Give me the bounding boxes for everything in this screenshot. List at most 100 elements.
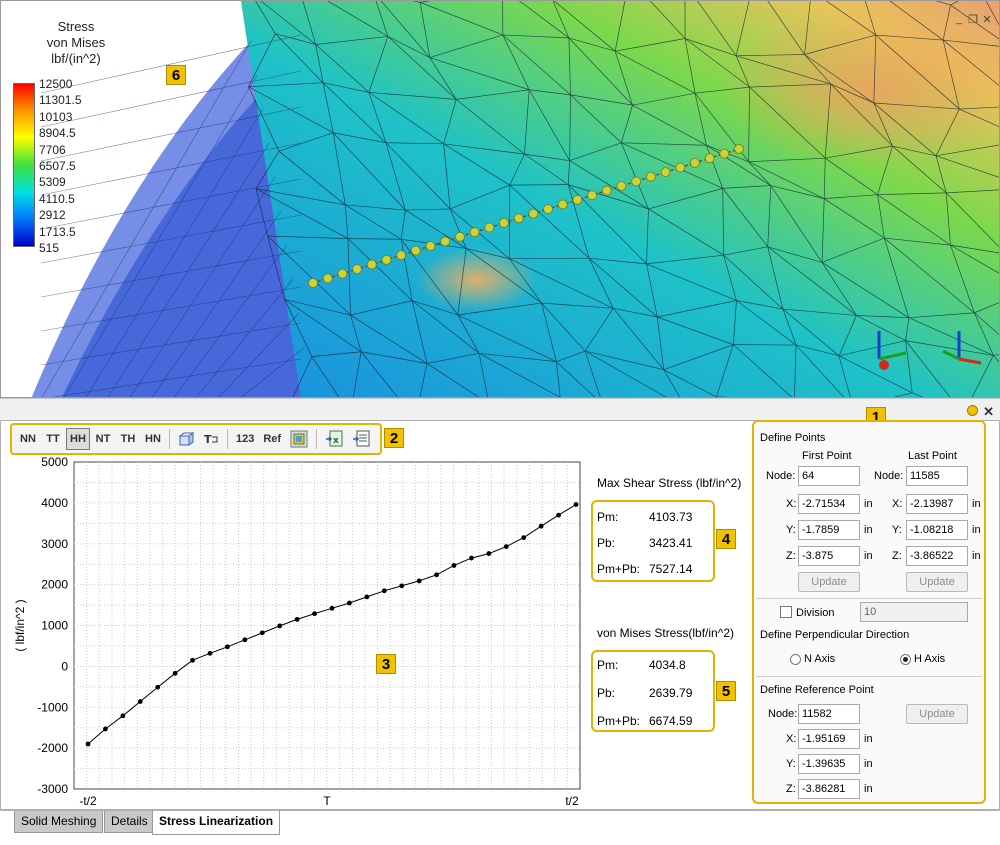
max-shear-results: Pm: 4103.73 Pb: 3423.41 Pm+Pb: 7527.14 bbox=[591, 500, 715, 582]
data-point[interactable] bbox=[329, 605, 335, 611]
data-point[interactable] bbox=[137, 699, 143, 704]
last-x-field[interactable]: -2.13987 bbox=[906, 494, 968, 514]
data-point[interactable] bbox=[242, 637, 248, 643]
data-point[interactable] bbox=[486, 551, 492, 556]
data-point[interactable] bbox=[364, 594, 370, 600]
division-field[interactable]: 10 bbox=[860, 602, 968, 622]
data-point[interactable] bbox=[469, 555, 474, 561]
first-update-button[interactable]: Update bbox=[798, 572, 860, 592]
first-x-field[interactable]: -2.71534 bbox=[798, 494, 860, 514]
pmpb-label: Pm+Pb: bbox=[597, 714, 641, 728]
last-point-label: Last Point bbox=[908, 450, 957, 462]
component-th-button[interactable]: TH bbox=[116, 428, 140, 450]
data-point[interactable] bbox=[190, 657, 195, 663]
data-point[interactable] bbox=[172, 670, 178, 676]
ref-x-field[interactable]: -1.95169 bbox=[798, 729, 860, 749]
transform-icon[interactable]: T bbox=[199, 428, 223, 450]
y-tick-label: 2000 bbox=[41, 578, 68, 592]
toolbar-separator bbox=[316, 429, 318, 449]
cube-view-icon[interactable] bbox=[174, 428, 198, 450]
component-tt-button[interactable]: TT bbox=[41, 428, 65, 450]
panel-tabs: Solid Meshing Details Stress Linearizati… bbox=[0, 810, 1000, 845]
data-point[interactable] bbox=[85, 741, 91, 747]
component-hh-button[interactable]: HH bbox=[66, 428, 90, 450]
y-tick-label: 5000 bbox=[41, 456, 68, 469]
first-point-label: First Point bbox=[802, 450, 852, 462]
reference-point-title: Define Reference Point bbox=[760, 684, 874, 696]
minimize-icon[interactable]: _ bbox=[953, 13, 965, 25]
reference-point-button[interactable]: Ref bbox=[259, 428, 285, 450]
y-axis-label: ( lbf/in^2 ) bbox=[13, 599, 27, 651]
last-x-label: X: bbox=[892, 498, 903, 510]
unit-label: in bbox=[864, 524, 873, 536]
ref-update-button[interactable]: Update bbox=[906, 704, 968, 724]
data-point[interactable] bbox=[556, 512, 561, 518]
callout-2: 2 bbox=[384, 428, 404, 448]
data-point[interactable] bbox=[503, 544, 509, 550]
data-point[interactable] bbox=[416, 578, 422, 584]
data-point[interactable] bbox=[312, 611, 317, 617]
legend-tick-label: 12500 bbox=[39, 77, 73, 91]
export-report-icon[interactable] bbox=[348, 428, 374, 450]
pb-value: 3423.41 bbox=[649, 536, 693, 550]
h-axis-radio[interactable] bbox=[900, 654, 911, 665]
first-z-field[interactable]: -3.875 bbox=[798, 546, 860, 566]
stress-chart: -3000 -2000 -1000 0 1000 2000 3000 4000 5000 -t/2… bbox=[10, 455, 590, 808]
tab-solid-meshing[interactable]: Solid Meshing bbox=[14, 811, 104, 833]
data-point[interactable] bbox=[155, 684, 161, 690]
last-y-label: Y: bbox=[892, 524, 902, 536]
component-nn-button[interactable]: NN bbox=[16, 428, 40, 450]
last-update-button[interactable]: Update bbox=[906, 572, 968, 592]
legend-title-line: Stress bbox=[57, 19, 95, 34]
ref-node-field[interactable]: 11582 bbox=[798, 704, 860, 724]
close-icon[interactable]: ✕ bbox=[981, 13, 993, 26]
data-point[interactable] bbox=[103, 726, 108, 732]
pm-value: 4103.73 bbox=[649, 510, 693, 524]
first-node-field[interactable]: 64 bbox=[798, 466, 860, 486]
data-point[interactable] bbox=[294, 616, 300, 622]
tab-details[interactable]: Details bbox=[104, 811, 155, 833]
last-y-field[interactable]: -1.08218 bbox=[906, 520, 968, 540]
last-z-field[interactable]: -3.86522 bbox=[906, 546, 968, 566]
tab-stress-linearization[interactable]: Stress Linearization bbox=[152, 811, 281, 835]
n-axis-radio[interactable] bbox=[790, 654, 801, 665]
data-point[interactable] bbox=[538, 523, 544, 529]
x-tick-label: t/2 bbox=[565, 794, 579, 808]
panel-splitter[interactable] bbox=[0, 398, 1000, 420]
data-point[interactable] bbox=[120, 713, 126, 719]
von-mises-title: von Mises Stress(lbf/in^2) bbox=[597, 626, 735, 640]
data-point[interactable] bbox=[434, 572, 439, 578]
legend-tick-label: 515 bbox=[39, 241, 60, 255]
y-tick-label: 1000 bbox=[41, 619, 68, 633]
ref-z-label: Z: bbox=[786, 783, 796, 795]
data-point[interactable] bbox=[573, 502, 579, 507]
data-point[interactable] bbox=[347, 600, 352, 606]
ref-y-label: Y: bbox=[786, 758, 796, 770]
model-viewport[interactable]: Stress von Mises lbf/(in^2) 12500 11301.5… bbox=[0, 0, 1000, 398]
export-excel-icon[interactable]: x bbox=[321, 428, 347, 450]
data-point[interactable] bbox=[381, 588, 387, 594]
first-y-field[interactable]: -1.7859 bbox=[798, 520, 860, 540]
svg-text:x: x bbox=[333, 436, 339, 446]
pin-icon[interactable] bbox=[967, 405, 978, 416]
last-node-field[interactable]: 11585 bbox=[906, 466, 968, 486]
component-hn-button[interactable]: HN bbox=[141, 428, 165, 450]
result-cube-icon[interactable] bbox=[286, 428, 312, 450]
data-point[interactable] bbox=[207, 650, 213, 656]
component-nt-button[interactable]: NT bbox=[91, 428, 115, 450]
restore-icon[interactable]: ❐ bbox=[967, 13, 979, 26]
ref-y-field[interactable]: -1.39635 bbox=[798, 754, 860, 774]
data-point[interactable] bbox=[399, 583, 405, 589]
panel-close-icon[interactable]: ✕ bbox=[983, 404, 994, 420]
show-values-button[interactable]: 123 bbox=[232, 428, 258, 450]
ref-z-field[interactable]: -3.86281 bbox=[798, 779, 860, 799]
max-shear-title: Max Shear Stress (lbf/in^2) bbox=[597, 476, 742, 490]
data-point[interactable] bbox=[521, 535, 527, 541]
data-point[interactable] bbox=[277, 623, 283, 629]
define-points-title: Define Points bbox=[760, 432, 826, 444]
data-point[interactable] bbox=[451, 563, 457, 568]
data-point[interactable] bbox=[259, 630, 265, 636]
y-tick-label: -3000 bbox=[37, 782, 68, 796]
data-point[interactable] bbox=[225, 644, 230, 650]
division-checkbox[interactable] bbox=[780, 606, 792, 618]
